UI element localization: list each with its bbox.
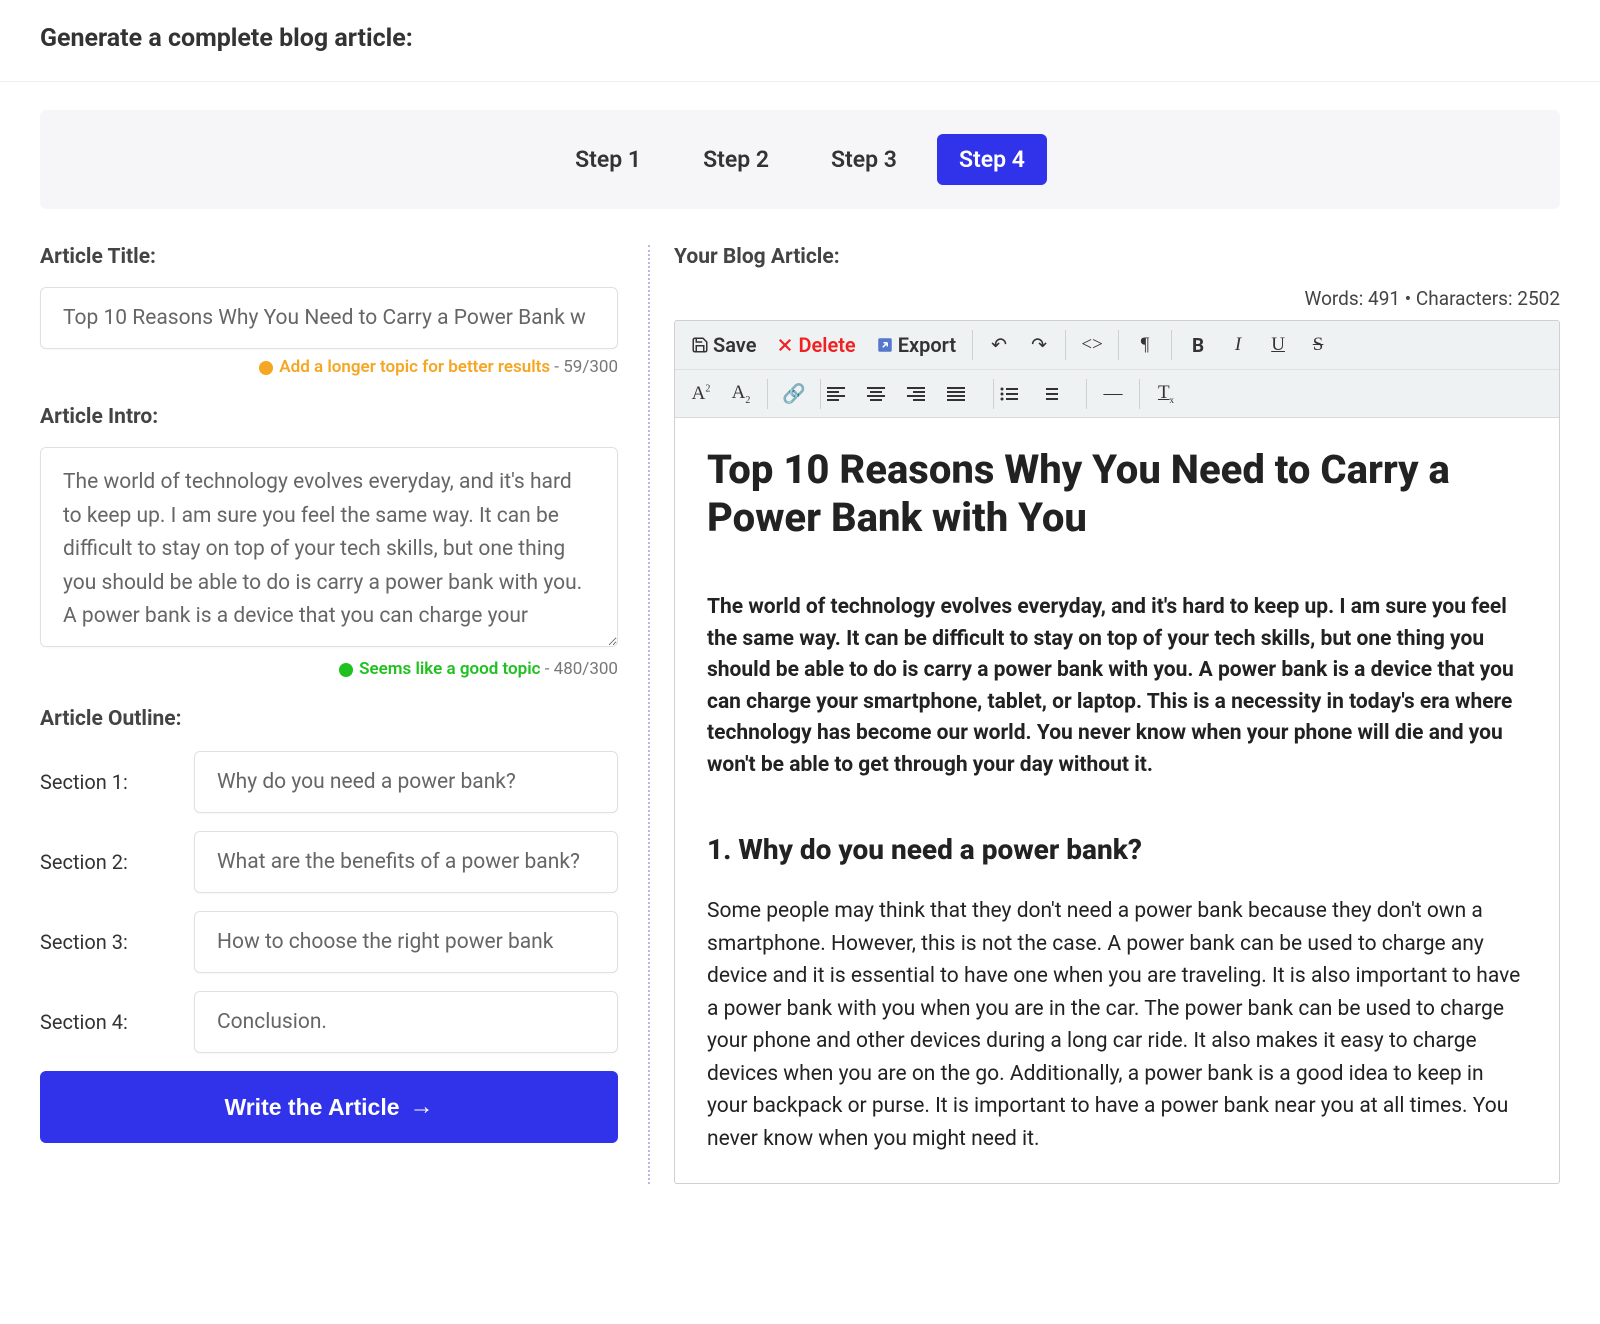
horizontal-rule-icon: — (1104, 383, 1123, 404)
link-button[interactable]: 🔗 (774, 374, 814, 414)
stats-row: Words: 491 • Characters: 2502 (674, 287, 1560, 310)
step-tab-3[interactable]: Step 3 (809, 134, 919, 185)
export-label: Export (898, 333, 956, 357)
save-icon (691, 336, 709, 354)
words-label: Words: (1305, 287, 1369, 310)
unordered-list-button[interactable] (1000, 379, 1040, 409)
ordered-list-button[interactable] (1040, 379, 1080, 409)
step-tab-2[interactable]: Step 2 (681, 134, 791, 185)
step-tab-4[interactable]: Step 4 (937, 134, 1047, 185)
title-hint-text: Add a longer topic for better results (279, 357, 550, 377)
export-button[interactable]: Export (866, 325, 966, 365)
superscript-button[interactable]: A2 (681, 375, 721, 413)
align-center-icon (867, 387, 885, 401)
title-hint-count: - 59/300 (550, 357, 618, 377)
paragraph-icon: ¶ (1141, 334, 1150, 355)
toolbar-separator (1139, 379, 1140, 409)
redo-icon: ↷ (1031, 335, 1047, 356)
article-content[interactable]: Top 10 Reasons Why You Need to Carry a P… (675, 418, 1559, 1183)
intro-hint: Seems like a good topic - 480/300 (40, 659, 618, 679)
toolbar: Save Delete Export ↶ ↷ (675, 321, 1559, 418)
italic-button[interactable]: I (1218, 326, 1258, 364)
intro-hint-count: - 480/300 (541, 659, 618, 679)
delete-button[interactable]: Delete (766, 325, 865, 365)
undo-icon: ↶ (991, 335, 1007, 356)
warning-dot-icon (259, 361, 273, 375)
section-4-label: Section 4: (40, 1010, 170, 1034)
page-title: Generate a complete blog article: (40, 0, 1560, 81)
divider (0, 81, 1600, 82)
toolbar-separator (1118, 330, 1119, 360)
steps-bar: Step 1 Step 2 Step 3 Step 4 (40, 110, 1560, 209)
align-center-button[interactable] (867, 379, 907, 409)
article-h1: Top 10 Reasons Why You Need to Carry a P… (707, 446, 1527, 542)
left-panel: Article Title: Add a longer topic for be… (40, 245, 650, 1184)
article-lead: The world of technology evolves everyday… (707, 592, 1527, 781)
editor: Save Delete Export ↶ ↷ (674, 320, 1560, 1184)
step-tab-1[interactable]: Step 1 (553, 134, 663, 185)
code-view-button[interactable]: <> (1072, 326, 1112, 364)
section-2-label: Section 2: (40, 850, 170, 874)
close-icon (776, 336, 794, 354)
section-3-input[interactable] (194, 911, 618, 973)
arrow-right-icon: → (410, 1093, 434, 1121)
section-4-input[interactable] (194, 991, 618, 1053)
toolbar-separator (820, 379, 821, 409)
delete-label: Delete (798, 333, 855, 357)
article-title-input[interactable] (40, 287, 618, 349)
toolbar-separator (993, 379, 994, 409)
article-intro-label: Article Intro: (40, 405, 618, 429)
align-left-icon (827, 387, 845, 401)
code-icon: <> (1081, 334, 1102, 355)
section-1-input[interactable] (194, 751, 618, 813)
toolbar-separator (767, 379, 768, 409)
undo-button[interactable]: ↶ (979, 326, 1019, 365)
write-article-button[interactable]: Write the Article → (40, 1071, 618, 1143)
toolbar-separator (1065, 330, 1066, 360)
write-article-label: Write the Article (224, 1094, 399, 1121)
subscript-button[interactable]: A2 (721, 374, 761, 414)
export-icon (876, 336, 894, 354)
strikethrough-button[interactable]: S (1298, 326, 1338, 364)
ordered-list-icon (1040, 387, 1058, 401)
article-outline-label: Article Outline: (40, 707, 618, 731)
bold-button[interactable]: B (1178, 326, 1218, 365)
title-hint: Add a longer topic for better results - … (40, 357, 618, 377)
right-panel: Your Blog Article: Words: 491 • Characte… (650, 245, 1560, 1184)
your-blog-article-label: Your Blog Article: (674, 245, 1560, 269)
underline-button[interactable]: U (1258, 326, 1298, 364)
chars-label: Characters: (1416, 287, 1517, 310)
toolbar-separator (972, 330, 973, 360)
subscript-icon: A2 (732, 382, 751, 403)
article-h2: 1. Why do you need a power bank? (707, 829, 1527, 871)
toolbar-separator (1086, 379, 1087, 409)
article-title-label: Article Title: (40, 245, 618, 269)
horizontal-rule-button[interactable]: — (1093, 375, 1133, 413)
intro-hint-text: Seems like a good topic (359, 659, 540, 679)
section-2-input[interactable] (194, 831, 618, 893)
paragraph-button[interactable]: ¶ (1125, 326, 1165, 364)
article-intro-input[interactable] (40, 447, 618, 647)
save-button[interactable]: Save (681, 325, 766, 365)
section-3-label: Section 3: (40, 930, 170, 954)
words-value: 491 (1368, 287, 1400, 310)
clear-format-button[interactable]: Tx (1146, 374, 1186, 413)
clear-format-icon: Tx (1158, 382, 1174, 403)
align-right-button[interactable] (907, 379, 947, 409)
save-label: Save (713, 333, 756, 357)
toolbar-separator (1171, 330, 1172, 360)
ok-dot-icon (339, 663, 353, 677)
unordered-list-icon (1000, 387, 1018, 401)
stats-sep: • (1400, 287, 1416, 310)
align-left-button[interactable] (827, 379, 867, 409)
link-icon: 🔗 (782, 384, 806, 405)
article-body: Some people may think that they don't ne… (707, 895, 1527, 1155)
align-right-icon (907, 387, 925, 401)
align-justify-button[interactable] (947, 379, 987, 409)
superscript-icon: A2 (692, 383, 711, 404)
chars-value: 2502 (1517, 287, 1560, 310)
redo-button[interactable]: ↷ (1019, 326, 1059, 365)
align-justify-icon (947, 387, 965, 401)
section-1-label: Section 1: (40, 770, 170, 794)
